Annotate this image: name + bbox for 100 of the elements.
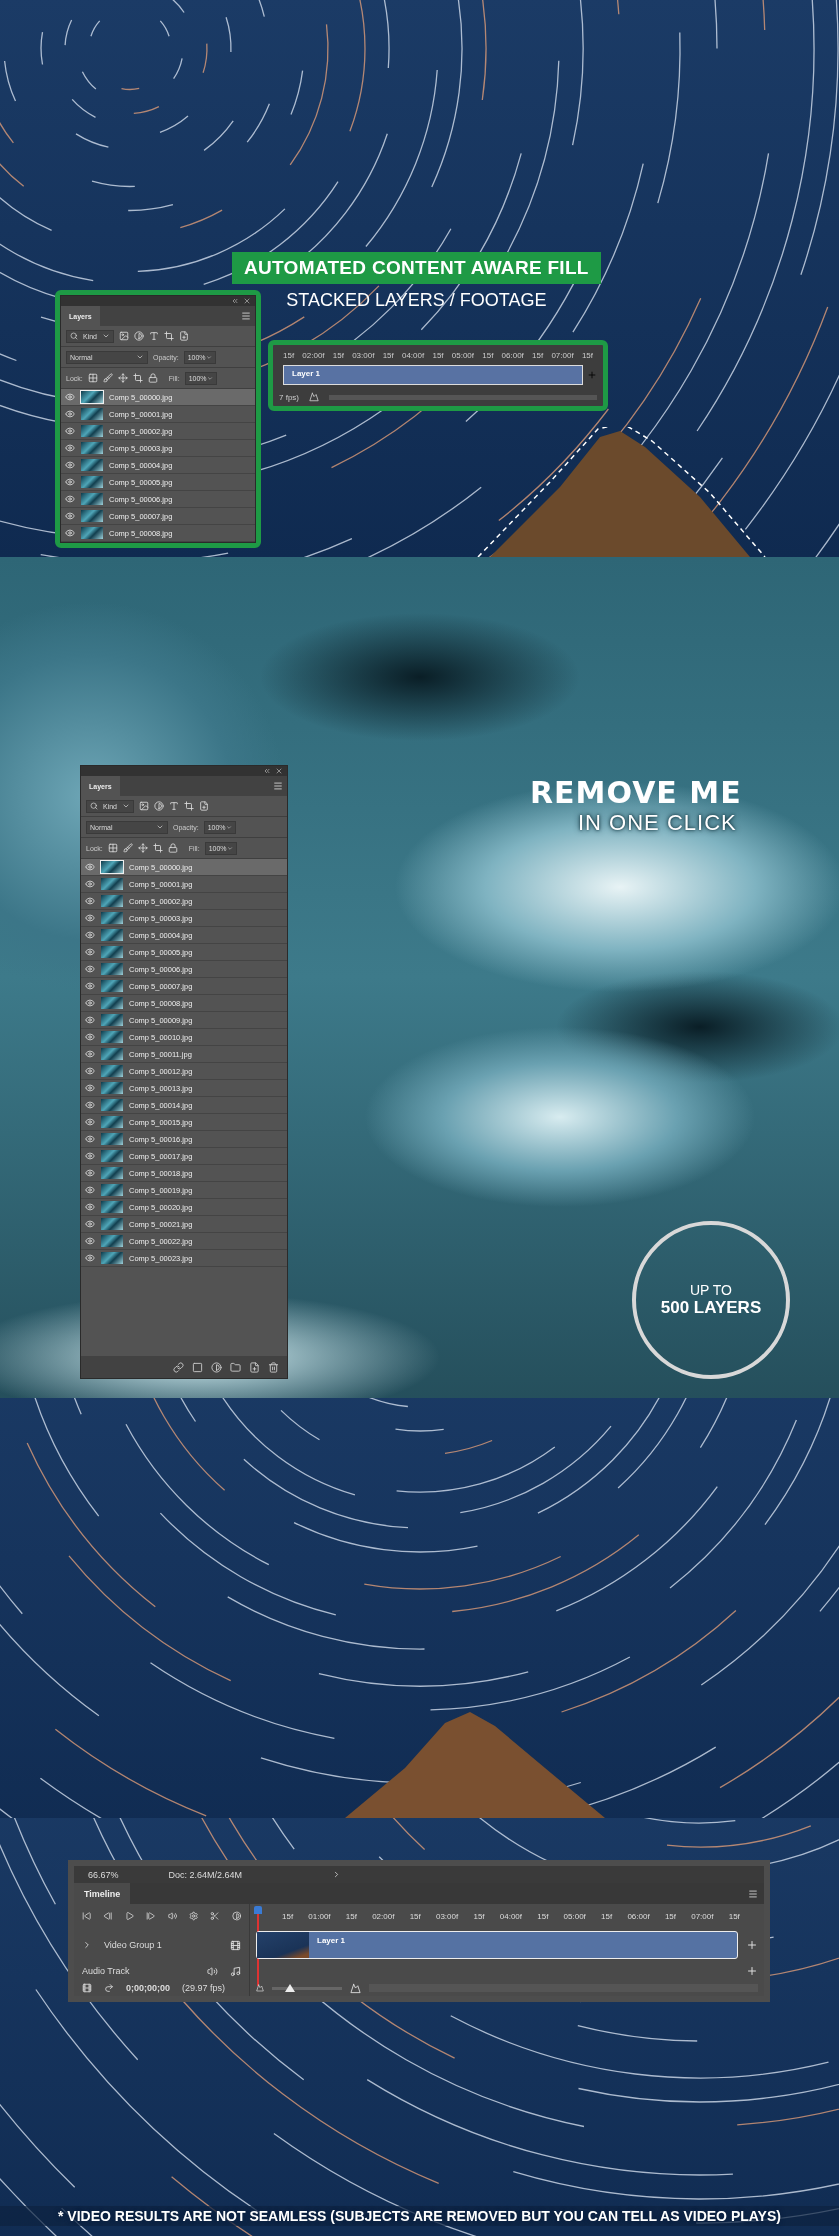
eye-icon[interactable] — [85, 1236, 95, 1246]
eye-icon[interactable] — [85, 879, 95, 889]
film-icon[interactable] — [230, 1939, 241, 1951]
eye-icon[interactable] — [85, 913, 95, 923]
speaker-icon[interactable] — [207, 1965, 218, 1977]
half-circle-icon[interactable] — [211, 1361, 222, 1373]
new-layer-icon[interactable] — [249, 1361, 260, 1373]
eye-icon[interactable] — [85, 1100, 95, 1110]
layer-thumbnail — [81, 510, 103, 522]
ruler-label: 15f — [282, 1911, 294, 1921]
subtitle: STACKED LAYERS / FOOTAGE — [286, 290, 547, 311]
eye-icon[interactable] — [85, 1066, 95, 1076]
link-icon[interactable] — [173, 1361, 184, 1373]
trash-icon[interactable] — [268, 1361, 279, 1373]
half-circle-icon[interactable] — [134, 331, 144, 341]
checker-icon[interactable] — [107, 843, 118, 853]
eye-icon[interactable] — [65, 460, 75, 470]
eye-icon[interactable] — [85, 896, 95, 906]
eye-icon[interactable] — [85, 998, 95, 1008]
eye-icon[interactable] — [85, 1032, 95, 1042]
eye-icon[interactable] — [65, 443, 75, 453]
add-icon[interactable] — [746, 1965, 758, 1977]
crop-icon[interactable] — [152, 843, 163, 853]
mountain-icon[interactable] — [350, 1982, 361, 1994]
lock-icon[interactable] — [147, 373, 158, 383]
speaker-icon[interactable] — [167, 1911, 177, 1921]
type-icon[interactable] — [149, 331, 159, 341]
eye-icon[interactable] — [85, 1117, 95, 1127]
ruler-label: 05:00f — [563, 1911, 586, 1921]
timeline-tab[interactable]: Timeline — [74, 1883, 131, 1904]
menu-icon[interactable] — [241, 311, 251, 321]
image-icon[interactable] — [139, 801, 149, 811]
menu-icon[interactable] — [748, 1888, 758, 1899]
skip-back-icon[interactable] — [82, 1911, 92, 1921]
close-icon[interactable] — [243, 297, 251, 305]
arrow-icon[interactable] — [104, 1983, 114, 1993]
image-icon[interactable] — [119, 331, 129, 341]
eye-icon[interactable] — [85, 1202, 95, 1212]
eye-icon[interactable] — [85, 1083, 95, 1093]
eye-icon[interactable] — [85, 862, 95, 872]
eye-icon[interactable] — [65, 426, 75, 436]
file-icon[interactable] — [179, 331, 189, 341]
crop-icon[interactable] — [132, 373, 143, 383]
eye-icon[interactable] — [85, 1168, 95, 1178]
half-circle-icon[interactable] — [154, 801, 164, 811]
folder-icon[interactable] — [230, 1361, 241, 1373]
brush-icon[interactable] — [102, 373, 113, 383]
search-icon — [70, 332, 78, 340]
eye-icon[interactable] — [85, 1151, 95, 1161]
eye-icon[interactable] — [85, 981, 95, 991]
file-icon[interactable] — [199, 801, 209, 811]
collapse-icon[interactable] — [231, 297, 239, 305]
move-icon[interactable] — [117, 373, 128, 383]
ruler-label: 07:00f — [691, 1911, 714, 1921]
add-icon[interactable] — [746, 1939, 758, 1951]
eye-icon[interactable] — [65, 494, 75, 504]
mountain-icon[interactable] — [256, 1984, 264, 1992]
music-note-icon[interactable] — [230, 1965, 241, 1977]
scrollbar[interactable] — [329, 394, 597, 400]
brush-icon[interactable] — [122, 843, 133, 853]
move-icon[interactable] — [137, 843, 148, 853]
frame-rate: 7 fps) — [279, 392, 299, 402]
play-icon[interactable] — [124, 1911, 135, 1921]
eye-icon[interactable] — [85, 1253, 95, 1263]
film-strip-icon[interactable] — [82, 1983, 92, 1993]
close-icon[interactable] — [275, 767, 283, 775]
scissors-icon[interactable] — [210, 1911, 220, 1921]
eye-icon[interactable] — [65, 511, 75, 521]
collapse-icon[interactable] — [263, 767, 271, 775]
ruler-label: 06:00f — [501, 351, 524, 360]
eye-icon[interactable] — [85, 1219, 95, 1229]
timecode: 0;00;00;00 — [126, 1983, 171, 1993]
crop-icon[interactable] — [184, 801, 194, 811]
mountain-icon[interactable] — [309, 392, 319, 402]
eye-icon[interactable] — [85, 930, 95, 940]
eye-icon[interactable] — [85, 1185, 95, 1195]
menu-icon[interactable] — [273, 781, 283, 791]
video-clip[interactable]: Layer 1 — [256, 1931, 738, 1959]
transition-icon[interactable] — [231, 1911, 241, 1921]
eye-icon[interactable] — [65, 409, 75, 419]
step-back-icon[interactable] — [103, 1911, 113, 1921]
settings-icon[interactable] — [188, 1911, 199, 1921]
type-icon[interactable] — [169, 801, 179, 811]
ruler-label: 03:00f — [435, 1911, 459, 1921]
eye-icon[interactable] — [65, 392, 75, 402]
eye-icon[interactable] — [85, 1015, 95, 1025]
eye-icon[interactable] — [65, 528, 75, 538]
crop-icon[interactable] — [164, 331, 174, 341]
eye-icon[interactable] — [85, 1134, 95, 1144]
eye-icon[interactable] — [65, 477, 75, 487]
eye-icon[interactable] — [85, 1049, 95, 1059]
video-clip[interactable]: Layer 1 — [283, 365, 583, 385]
eye-icon[interactable] — [85, 964, 95, 974]
slider-thumb[interactable] — [284, 1983, 295, 1992]
checker-icon[interactable] — [87, 373, 98, 383]
eye-icon[interactable] — [85, 947, 95, 957]
step-forward-icon[interactable] — [146, 1911, 156, 1921]
expand-icon[interactable] — [82, 1940, 92, 1950]
layer-thumbnail — [101, 997, 123, 1009]
lock-icon[interactable] — [167, 843, 178, 853]
